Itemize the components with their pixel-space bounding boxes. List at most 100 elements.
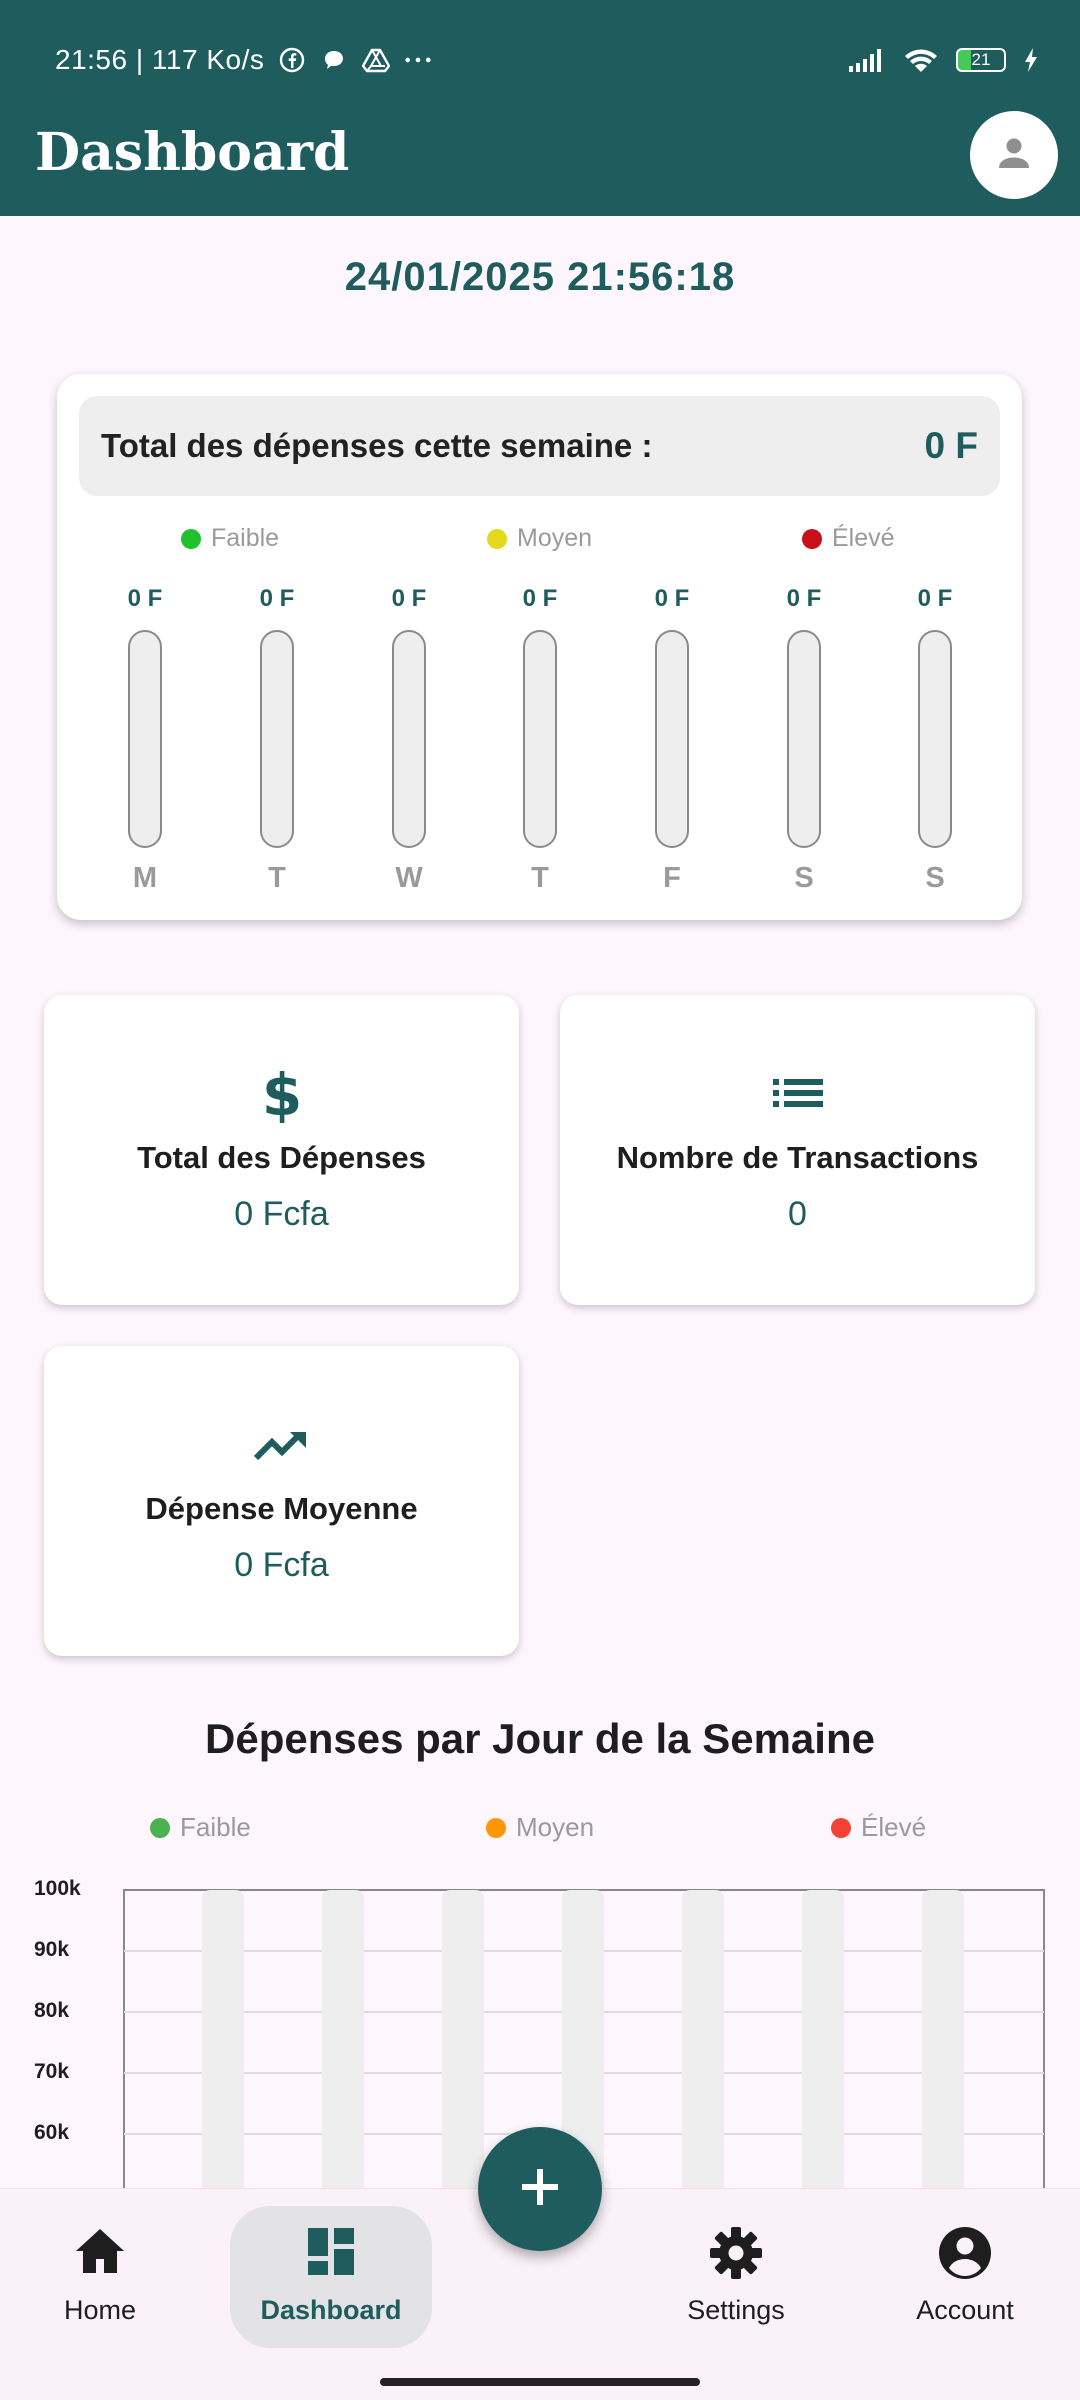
battery-level: 21 bbox=[971, 50, 991, 69]
chat-bubble-icon bbox=[320, 46, 348, 74]
stat-value: 0 Fcfa bbox=[234, 1195, 329, 1233]
y-tick-label: 90k bbox=[34, 1938, 70, 1961]
status-time: 21:56 | 117 Ko/s bbox=[55, 44, 265, 75]
day-column-wednesday: 0 F W bbox=[379, 584, 439, 895]
y-tick-label: 60k bbox=[34, 2121, 70, 2144]
day-column-sunday: 0 F S bbox=[905, 584, 965, 895]
home-icon bbox=[40, 2225, 160, 2285]
chart-legend-item-low: Faible bbox=[150, 1812, 251, 1843]
day-amount: 0 F bbox=[259, 585, 295, 612]
stat-value: 0 bbox=[788, 1195, 807, 1233]
day-column-tuesday: 0 F T bbox=[247, 584, 307, 895]
account-circle-icon bbox=[905, 2225, 1025, 2285]
settings-gear-icon bbox=[676, 2225, 796, 2285]
day-column-thursday: 0 F T bbox=[510, 584, 570, 895]
legend-dot-high bbox=[802, 528, 822, 549]
day-label: S bbox=[794, 862, 814, 894]
legend-label-high: Élevé bbox=[832, 524, 895, 552]
add-expense-fab[interactable] bbox=[478, 2127, 602, 2251]
day-amount: 0 F bbox=[522, 585, 558, 612]
chart-bar-track bbox=[682, 1890, 724, 2290]
facebook-icon bbox=[278, 46, 306, 74]
nav-item-home[interactable]: Home bbox=[40, 2189, 160, 2326]
nav-item-settings[interactable]: Settings bbox=[676, 2189, 796, 2326]
day-column-monday: 0 F M bbox=[115, 584, 175, 895]
dashboard-icon bbox=[230, 2225, 432, 2285]
day-progress-bar bbox=[128, 630, 162, 848]
chart-legend-dot-medium bbox=[486, 1817, 506, 1838]
chart-legend-dot-low bbox=[150, 1817, 170, 1838]
nav-label-account: Account bbox=[916, 2295, 1014, 2325]
day-label: M bbox=[132, 862, 158, 894]
stat-title: Nombre de Transactions bbox=[616, 1140, 979, 1175]
legend-dot-low bbox=[181, 528, 201, 549]
nav-label-dashboard: Dashboard bbox=[260, 2295, 402, 2325]
y-tick-label: 70k bbox=[34, 2060, 70, 2083]
nav-item-dashboard[interactable]: Dashboard bbox=[230, 2189, 432, 2326]
legend-label-medium: Moyen bbox=[517, 524, 593, 552]
day-label: T bbox=[531, 862, 549, 894]
stat-title: Total des Dépenses bbox=[137, 1140, 426, 1175]
chart-section-title: Dépenses par Jour de la Semaine bbox=[205, 1715, 875, 1762]
home-indicator bbox=[380, 2378, 700, 2386]
app-bar: 21:56 | 117 Ko/s 21 Dashboard bbox=[0, 0, 1080, 216]
chart-legend-dot-high bbox=[831, 1817, 851, 1838]
chart-bar-track bbox=[442, 1890, 484, 2290]
chart-legend-label-high: Élevé bbox=[861, 1812, 927, 1842]
day-progress-bar bbox=[260, 630, 294, 848]
legend-item-medium: Moyen bbox=[487, 524, 592, 553]
person-icon bbox=[994, 133, 1034, 178]
weekly-spending-card: Total des dépenses cette semaine : 0 F F… bbox=[57, 374, 1022, 920]
trending-up-icon bbox=[44, 1414, 519, 1478]
legend-label-low: Faible bbox=[211, 524, 280, 552]
day-column-friday: 0 F F bbox=[642, 584, 702, 895]
charging-icon bbox=[1022, 46, 1040, 74]
drive-icon bbox=[362, 46, 391, 74]
chart-legend-item-high: Élevé bbox=[831, 1812, 926, 1843]
chart-legend-item-medium: Moyen bbox=[486, 1812, 594, 1843]
day-progress-bar bbox=[918, 630, 952, 848]
chart-bar-track bbox=[802, 1890, 844, 2290]
signal-icon bbox=[848, 46, 886, 74]
nav-label-home: Home bbox=[63, 2295, 137, 2325]
legend-item-low: Faible bbox=[181, 524, 279, 553]
day-amount: 0 F bbox=[917, 585, 953, 612]
more-dots-icon bbox=[404, 46, 432, 74]
legend-item-high: Élevé bbox=[802, 524, 895, 553]
current-datetime: 24/01/2025 21:56:18 bbox=[344, 255, 736, 299]
y-tick-label: 100k bbox=[34, 1877, 81, 1900]
day-label: F bbox=[663, 862, 681, 894]
plus-icon bbox=[516, 2163, 564, 2216]
total-expenses-card[interactable]: $ Total des Dépenses 0 Fcfa bbox=[44, 995, 519, 1305]
day-amount: 0 F bbox=[127, 585, 163, 612]
stat-value: 0 Fcfa bbox=[234, 1546, 329, 1584]
legend-dot-medium bbox=[487, 528, 507, 549]
battery-icon: 21 bbox=[956, 48, 1006, 72]
day-label: T bbox=[268, 862, 286, 894]
status-bar: 21:56 | 117 Ko/s 21 bbox=[55, 40, 1040, 80]
day-progress-bar bbox=[787, 630, 821, 848]
list-icon bbox=[560, 1063, 1035, 1127]
day-amount: 0 F bbox=[654, 585, 690, 612]
day-progress-bar bbox=[523, 630, 557, 848]
chart-bar-track bbox=[922, 1890, 964, 2290]
svg-text:$: $ bbox=[262, 1063, 302, 1123]
weekly-total-value: 0 F bbox=[924, 425, 978, 466]
weekly-total-banner: Total des dépenses cette semaine : 0 F bbox=[79, 396, 1000, 496]
wifi-icon bbox=[902, 46, 940, 74]
day-label: W bbox=[395, 862, 423, 894]
page-title: Dashboard bbox=[35, 122, 350, 183]
day-column-saturday: 0 F S bbox=[774, 584, 834, 895]
weekly-total-label: Total des dépenses cette semaine : bbox=[101, 427, 653, 464]
profile-button[interactable] bbox=[970, 111, 1058, 199]
stat-title: Dépense Moyenne bbox=[145, 1491, 418, 1526]
day-label: S bbox=[925, 862, 945, 894]
chart-legend-label-low: Faible bbox=[180, 1812, 251, 1842]
day-amount: 0 F bbox=[391, 585, 427, 612]
transactions-count-card[interactable]: Nombre de Transactions 0 bbox=[560, 995, 1035, 1305]
nav-item-account[interactable]: Account bbox=[905, 2189, 1025, 2326]
y-tick-label: 80k bbox=[34, 1999, 70, 2022]
chart-legend-label-medium: Moyen bbox=[516, 1812, 595, 1842]
chart-bar-track bbox=[202, 1890, 244, 2290]
average-expense-card[interactable]: Dépense Moyenne 0 Fcfa bbox=[44, 1346, 519, 1656]
